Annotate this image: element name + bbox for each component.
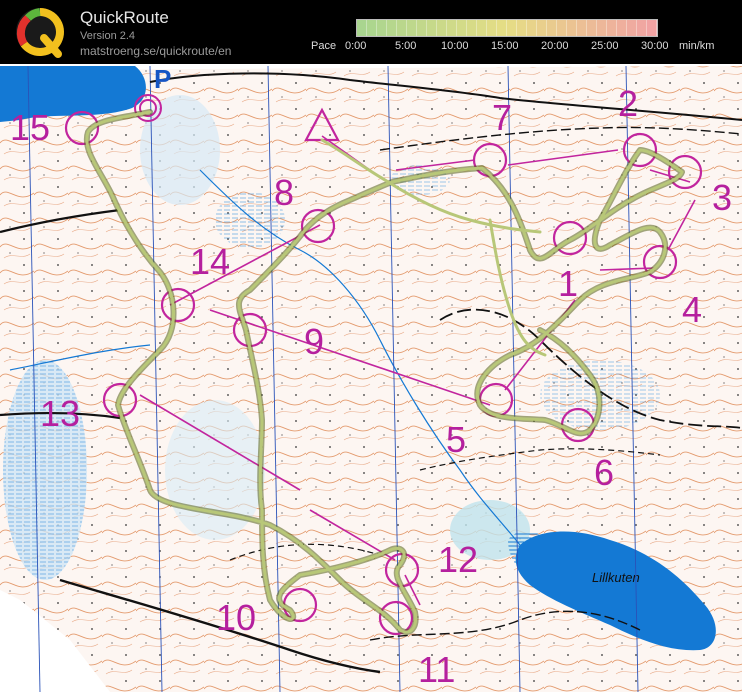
pace-scale-segment (447, 20, 457, 36)
pace-scale-segment (587, 20, 597, 36)
control-number: 1 (558, 263, 578, 304)
pace-scale-segment (487, 20, 497, 36)
orienteering-map[interactable]: Lillkuten 1 2 3 4 5 6 7 8 9 10 11 12 13 … (0, 64, 742, 692)
pace-scale-segment (527, 20, 537, 36)
control-number: 2 (618, 83, 638, 124)
control-number: 4 (682, 289, 702, 330)
pace-tick: 20:00 (541, 40, 569, 52)
pace-scale-segment (567, 20, 577, 36)
pace-scale-segment (597, 20, 607, 36)
pace-scale-segment (377, 20, 387, 36)
pace-scale-segment (437, 20, 447, 36)
pace-scale-segment (577, 20, 587, 36)
pace-scale-segment (397, 20, 407, 36)
pace-tick: 15:00 (491, 40, 519, 52)
pace-tick: 30:00 (641, 40, 669, 52)
parking-icon: P (154, 64, 171, 94)
pace-scale-segment (607, 20, 617, 36)
pace-unit: min/km (679, 40, 715, 52)
app-version: Version 2.4 (80, 30, 136, 42)
app-title: QuickRoute (80, 8, 169, 27)
app-url[interactable]: matstroeng.se/quickroute/en (80, 44, 231, 58)
pace-scale-segment (557, 20, 567, 36)
pace-label: Pace (311, 40, 337, 52)
quickroute-logo (16, 8, 64, 58)
pace-scale-segment (637, 20, 647, 36)
pace-scale-segment (387, 20, 397, 36)
control-number: 14 (190, 241, 230, 282)
pace-scale-segment (457, 20, 467, 36)
pace-scale-segment (427, 20, 437, 36)
pace-scale-segment (407, 20, 417, 36)
pace-scale-segment (357, 20, 367, 36)
control-number: 13 (40, 393, 80, 434)
lake-label: Lillkuten (592, 570, 640, 585)
pace-scale-segment (467, 20, 477, 36)
pace-scale-segment (417, 20, 427, 36)
header-bar: QuickRoute Version 2.4 matstroeng.se/qui… (0, 0, 742, 64)
control-number: 6 (594, 452, 614, 493)
pace-scale-segment (497, 20, 507, 36)
pace-scale-segment (627, 20, 637, 36)
pace-scale-segment (507, 20, 517, 36)
pace-scale-segment (477, 20, 487, 36)
control-number: 7 (492, 97, 512, 138)
pace-tick: 0:00 (345, 40, 367, 52)
pace-scale-segment (367, 20, 377, 36)
pace-scale-segment (517, 20, 527, 36)
control-number: 11 (418, 649, 455, 690)
control-number: 10 (216, 597, 256, 638)
control-number: 9 (304, 321, 324, 362)
pace-scale-segment (547, 20, 557, 36)
control-number: 3 (712, 177, 732, 218)
pace-tick: 25:00 (591, 40, 619, 52)
control-number: 5 (446, 419, 466, 460)
pace-scale-segment (537, 20, 547, 36)
pace-tick: 10:00 (441, 40, 469, 52)
pace-scale-segment (617, 20, 627, 36)
pace-tick: 5:00 (395, 40, 417, 52)
control-number: 12 (438, 539, 478, 580)
control-number: 8 (274, 172, 294, 213)
pace-scale-segment (647, 20, 657, 36)
pace-color-scale (356, 19, 658, 37)
control-number: 15 (10, 107, 50, 148)
